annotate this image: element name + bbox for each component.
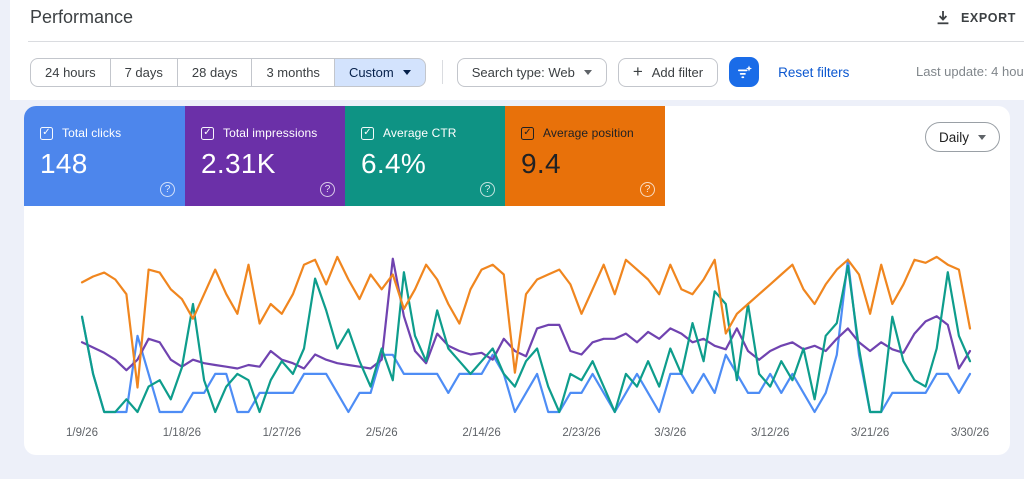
download-icon: [937, 11, 949, 25]
x-axis-tick-label: 3/3/26: [654, 427, 686, 439]
x-axis-tick-label: 2/5/26: [366, 427, 398, 439]
metric-label: Total clicks: [62, 126, 122, 140]
toolbar-separator: [441, 60, 443, 84]
metric-card-average-ctr[interactable]: ✓ Average CTR 6.4% ?: [345, 106, 505, 206]
search-type-dropdown[interactable]: Search type: Web: [456, 57, 607, 87]
x-axis-tick-label: 3/30/26: [951, 427, 989, 439]
x-axis-tick-label: 2/14/26: [462, 427, 500, 439]
help-icon[interactable]: ?: [160, 182, 175, 197]
date-range-7-days[interactable]: 7 days: [109, 57, 178, 87]
performance-panel: ✓ Total clicks 148 ? ✓ Total impressions…: [24, 106, 1010, 455]
date-range-28-days[interactable]: 28 days: [176, 57, 253, 87]
metric-card-total-clicks[interactable]: ✓ Total clicks 148 ?: [24, 106, 185, 206]
checkbox-checked-icon[interactable]: ✓: [201, 126, 214, 140]
chart-line-clicks: [80, 258, 972, 414]
date-range-24-hours[interactable]: 24 hours: [30, 57, 111, 87]
metric-label: Total impressions: [223, 126, 318, 140]
header-divider: [28, 41, 1024, 42]
filter-toolbar: 24 hours 7 days 28 days 3 months Custom …: [30, 57, 1024, 87]
x-axis-tick-label: 3/21/26: [851, 427, 889, 439]
export-button[interactable]: EXPORT: [931, 8, 1020, 28]
metric-value: 148: [40, 148, 88, 179]
x-axis-tick-label: 1/18/26: [163, 427, 201, 439]
caret-down-icon: [402, 69, 411, 75]
help-icon[interactable]: ?: [320, 182, 335, 197]
smart-filter-button[interactable]: [729, 57, 760, 87]
x-axis-tick-label: 3/12/26: [751, 427, 789, 439]
checkbox-checked-icon[interactable]: ✓: [361, 126, 374, 140]
caret-down-icon: [583, 69, 592, 75]
checkbox-checked-icon[interactable]: ✓: [40, 126, 53, 140]
metric-value: 2.31K: [201, 148, 276, 179]
date-range-3-months[interactable]: 3 months: [251, 57, 335, 87]
metric-label: Average CTR: [383, 126, 457, 140]
help-icon[interactable]: ?: [640, 182, 655, 197]
x-axis-tick-label: 2/23/26: [562, 427, 600, 439]
last-update-text: Last update: 4 hours ago: [916, 64, 1024, 79]
date-range-group: 24 hours 7 days 28 days 3 months Custom: [30, 57, 426, 87]
performance-chart[interactable]: 1/9/26 1/18/26 1/27/26 2/5/26 2/14/26 2/23/26…: [24, 226, 1010, 455]
help-icon[interactable]: ?: [480, 182, 495, 197]
metric-value: 6.4%: [361, 148, 427, 179]
reset-filters-link[interactable]: Reset filters: [778, 65, 849, 80]
granularity-dropdown[interactable]: Daily: [925, 122, 1001, 152]
page-title: Performance: [30, 7, 134, 27]
metric-label: Average position: [543, 126, 634, 140]
caret-down-icon: [978, 134, 987, 140]
add-filter-button[interactable]: + Add filter: [617, 57, 719, 87]
metric-card-total-impressions[interactable]: ✓ Total impressions 2.31K ?: [185, 106, 345, 206]
plus-icon: +: [632, 62, 643, 81]
x-axis-tick-label: 1/27/26: [263, 427, 301, 439]
metric-value: 9.4: [521, 148, 561, 179]
filter-sparkle-icon: [737, 65, 752, 78]
export-label: EXPORT: [961, 11, 1016, 25]
date-range-custom[interactable]: Custom: [333, 57, 426, 87]
metric-card-average-position[interactable]: ✓ Average position 9.4 ?: [505, 106, 665, 206]
checkbox-checked-icon[interactable]: ✓: [521, 126, 534, 140]
x-axis-tick-label: 1/9/26: [66, 427, 98, 439]
